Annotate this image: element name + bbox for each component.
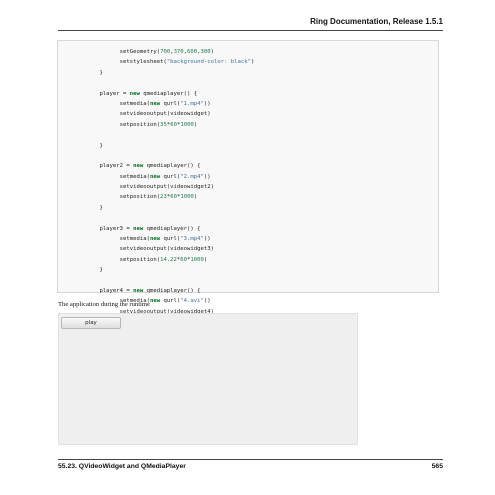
code-token: "3.mp4" [180,236,204,243]
code-line: } [58,265,438,275]
code-token: qmediaplayer() { [139,90,198,97]
page-number: 565 [431,463,443,470]
code-token: 370 [173,49,184,55]
code-block: setGeometry(700,370,600,300) setstyleshee… [57,40,439,419]
code-token: qmediaplayer() { [143,287,201,294]
code-token: ) [210,49,215,55]
code-token: new [149,100,161,107]
code-token: )) [203,100,211,107]
code-token: new [133,225,144,232]
code-token: ) [251,59,255,66]
code-line: player2 = new qmediaplayer() { [58,161,438,171]
code-token: ) [193,121,198,128]
code-token: setposition( [119,121,161,128]
code-token: 700 [160,49,171,55]
code-token: 60 [170,194,177,201]
code-line: setposition(23*60*1000) [58,192,438,202]
code-token: 1000 [180,121,194,128]
code-token: 1000 [190,256,204,263]
code-token: 14.22 [160,256,177,263]
code-token: "1.mp4" [180,100,204,107]
code-token: new [133,163,144,170]
code-token: } [99,142,103,149]
code-token: player4 = [99,287,134,294]
code-token: new [149,298,161,305]
code-token: "4.avi" [180,298,204,305]
code-token: 35 [160,121,167,128]
code-line: setmedia(new qurl("3.mp4")) [58,234,438,244]
code-token: setvideooutput(videowidget2) [119,184,214,191]
code-line: setposition(14.22*60*1000) [58,255,438,265]
code-token: )) [203,236,211,243]
code-token: setvideooutput(videowidget3) [119,246,214,253]
code-token: setposition( [119,256,161,263]
application-window-screenshot: play [58,313,358,445]
code-line: setvideooutput(videowidget2) [58,182,438,192]
code-token: new [129,90,140,97]
code-token: } [99,204,103,211]
code-token: } [99,267,103,274]
code-line: setmedia(new qurl("1.mp4")) [58,99,438,109]
code-token: new [149,236,161,243]
code-token: qmediaplayer() { [143,225,201,232]
code-token: 300 [200,49,211,55]
code-token: ) [193,194,198,201]
code-line: setvideooutput(videowidget) [58,109,438,119]
code-token: "background-color: black" [166,59,252,66]
code-token: )) [203,298,211,305]
code-line: setmedia(new qurl("2.mp4")) [58,172,438,182]
code-token: 23 [160,194,167,201]
code-token: setGeometry( [119,49,161,55]
footer-section-title: 55.23. QVideoWidget and QMediaPlayer [58,463,186,470]
code-line: player3 = new qmediaplayer() { [58,224,438,234]
code-line: setvideooutput(videowidget3) [58,244,438,254]
code-token: setmedia( [119,173,150,180]
code-token: qurl( [160,173,181,180]
code-token: setstylesheet( [119,59,167,66]
code-token: setvideooutput(videowidget) [119,111,211,118]
code-token: qurl( [160,298,181,305]
page-header-title: Ring Documentation, Release 1.5.1 [310,17,443,26]
header-divider [58,30,443,31]
footer-divider [58,459,443,460]
code-line: setGeometry(700,370,600,300) [58,47,438,57]
code-token: ) [203,256,208,263]
code-token: new [149,173,161,180]
figure-caption: The application during the runtime [58,301,150,308]
code-token: player2 = [99,163,134,170]
code-line: } [58,68,438,78]
code-token: player3 = [99,225,134,232]
code-token: setmedia( [119,236,150,243]
code-token: 60 [170,121,177,128]
code-token: qurl( [160,236,181,243]
code-token: setposition( [119,194,161,201]
code-token: 1000 [180,194,194,201]
code-token: setmedia( [119,100,150,107]
code-token: qmediaplayer() { [143,163,201,170]
code-token: "2.mp4" [180,173,204,180]
code-line: } [58,203,438,213]
play-button[interactable]: play [61,317,121,329]
code-token: 600 [187,49,198,55]
code-token: qurl( [160,100,181,107]
code-line: player = new qmediaplayer() { [58,89,438,99]
code-token: new [133,287,144,294]
code-line: player4 = new qmediaplayer() { [58,286,438,296]
code-token: player = [99,90,130,97]
code-line: setposition(35*60*1000) [58,120,438,130]
code-line: } [58,141,438,151]
code-token: } [99,69,103,76]
code-line: setstylesheet("background-color: black") [58,57,438,67]
code-token: )) [203,173,211,180]
